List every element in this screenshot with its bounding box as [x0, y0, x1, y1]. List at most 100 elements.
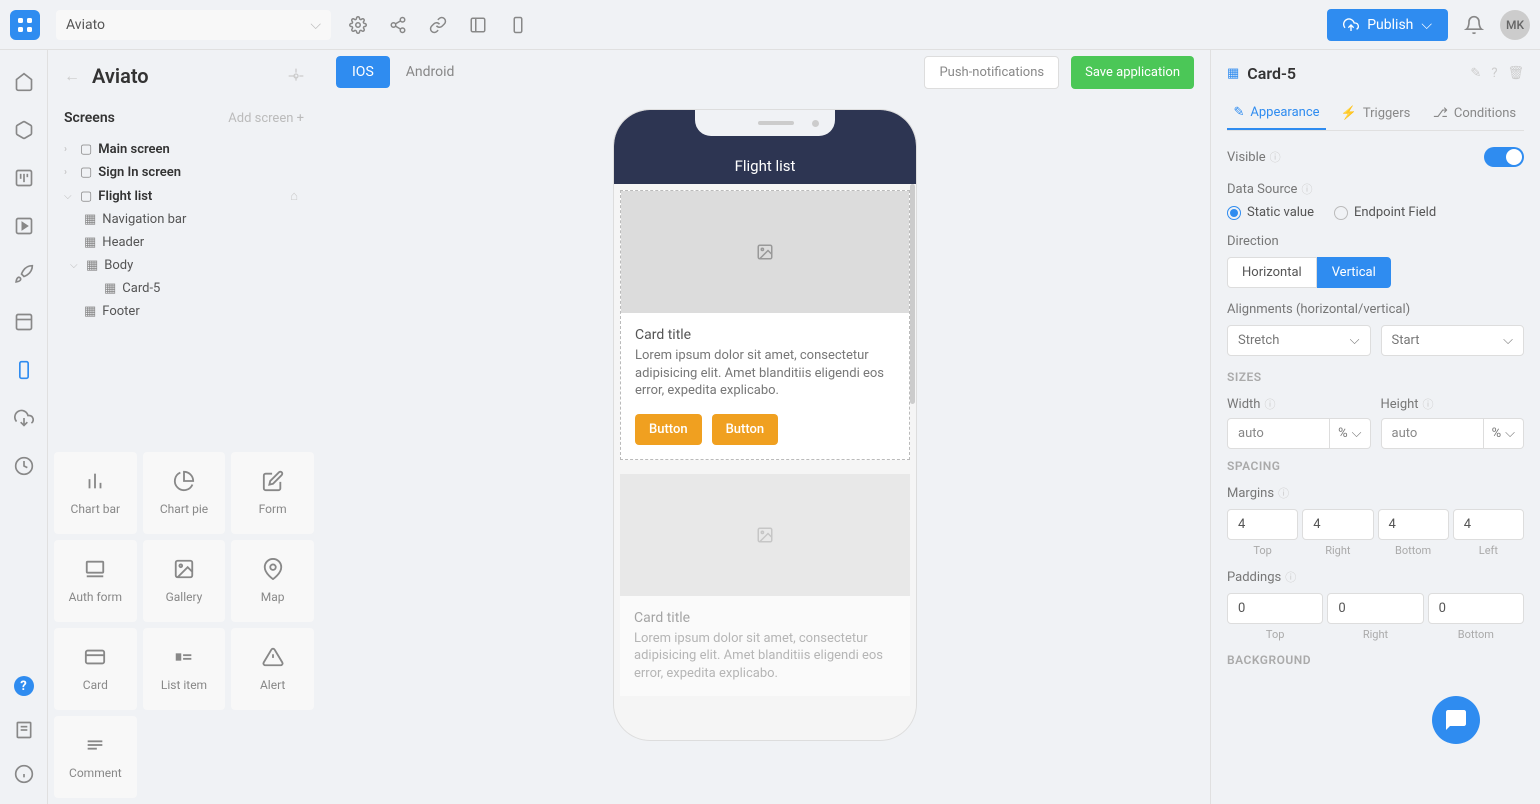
height-unit[interactable]: %⌵	[1484, 418, 1524, 449]
tree-item-header[interactable]: ▦Header	[48, 231, 320, 254]
radio-static[interactable]: Static value	[1227, 205, 1314, 220]
link-icon[interactable]	[429, 16, 447, 34]
padding-bottom-input[interactable]: 0	[1428, 593, 1524, 624]
book-icon[interactable]	[14, 720, 34, 740]
padding-labels: Top Right Bottom	[1227, 628, 1524, 641]
padding-right-input[interactable]: 0	[1327, 593, 1423, 624]
chat-help-button[interactable]	[1432, 696, 1480, 744]
margin-left-input[interactable]: 4	[1453, 509, 1524, 540]
widget-map[interactable]: Map	[231, 540, 314, 622]
canvas-toolbar: IOS Android Push-notifications Save appl…	[320, 50, 1210, 94]
rocket-icon[interactable]	[14, 264, 34, 284]
tab-appearance[interactable]: ✎Appearance	[1227, 97, 1326, 130]
bell-icon[interactable]	[1464, 15, 1484, 35]
board-icon[interactable]	[14, 168, 34, 188]
side-title: Aviato	[92, 64, 276, 88]
tab-triggers[interactable]: ⚡Triggers	[1326, 97, 1425, 130]
tree-item-footer[interactable]: ▦Footer	[48, 300, 320, 323]
panel-icon[interactable]	[14, 312, 34, 332]
info-icon[interactable]: ⓘ	[1285, 571, 1296, 584]
component-icon: ▦	[84, 235, 96, 250]
widget-alert[interactable]: Alert	[231, 628, 314, 710]
widget-gallery[interactable]: Gallery	[143, 540, 226, 622]
card-faded[interactable]: Card title Lorem ipsum dolor sit amet, c…	[620, 474, 910, 697]
seg-vertical[interactable]: Vertical	[1317, 257, 1391, 288]
card-component-icon: ▦	[1227, 66, 1239, 81]
tree-item-card5[interactable]: ▦Card-5	[48, 277, 320, 300]
tab-android[interactable]: Android	[390, 56, 471, 88]
mobile-icon[interactable]	[509, 16, 527, 34]
tab-ios[interactable]: IOS	[336, 56, 390, 88]
widget-authform[interactable]: Auth form	[54, 540, 137, 622]
visible-toggle[interactable]	[1484, 147, 1524, 167]
info-icon[interactable]: ⓘ	[1301, 183, 1312, 196]
properties-header: ▦ Card-5 ✎ ? 🗑	[1227, 64, 1524, 83]
align-v-select[interactable]: Start⌵	[1381, 325, 1525, 356]
top-bar: Aviato ⌵ Publish ⌵ MK	[0, 0, 1540, 50]
margin-bottom-input[interactable]: 4	[1378, 509, 1449, 540]
card-selected[interactable]: Card title Lorem ipsum dolor sit amet, c…	[620, 190, 910, 460]
home-icon[interactable]	[14, 72, 34, 92]
gear-icon[interactable]	[349, 16, 367, 34]
margin-right-input[interactable]: 4	[1302, 509, 1373, 540]
publish-button[interactable]: Publish ⌵	[1327, 9, 1448, 41]
widget-listitem[interactable]: List item	[143, 628, 226, 710]
widget-comment[interactable]: Comment	[54, 716, 137, 798]
tree-item-flight[interactable]: ⌵▢Flight list⌂	[48, 184, 320, 208]
margin-top-input[interactable]: 4	[1227, 509, 1298, 540]
avatar[interactable]: MK	[1500, 10, 1530, 40]
edit-icon[interactable]: ✎	[1470, 66, 1481, 81]
width-input[interactable]: auto	[1227, 418, 1330, 449]
push-notifications-button[interactable]: Push-notifications	[924, 56, 1059, 89]
widget-card[interactable]: Card	[54, 628, 137, 710]
tab-conditions[interactable]: ⎇Conditions	[1425, 97, 1524, 130]
radio-endpoint[interactable]: Endpoint Field	[1334, 205, 1436, 220]
side-header: ← Aviato	[48, 50, 320, 102]
delete-icon[interactable]: 🗑	[1507, 66, 1524, 81]
card-button-2[interactable]: Button	[712, 414, 779, 445]
chevron-down-icon: ⌵	[1505, 426, 1515, 441]
direction-label: Direction	[1227, 234, 1524, 249]
project-select[interactable]: Aviato ⌵	[56, 10, 331, 40]
align-h-select[interactable]: Stretch⌵	[1227, 325, 1371, 356]
share-icon[interactable]	[389, 16, 407, 34]
help-icon[interactable]: ?	[14, 676, 34, 696]
info-icon[interactable]: ⓘ	[1278, 487, 1289, 500]
save-application-button[interactable]: Save application	[1071, 56, 1194, 89]
mobile-nav-icon[interactable]	[14, 360, 34, 380]
box-icon[interactable]	[14, 120, 34, 140]
component-icon: ▦	[84, 212, 96, 227]
seg-horizontal[interactable]: Horizontal	[1227, 257, 1317, 288]
back-icon[interactable]: ←	[64, 66, 80, 86]
app-logo[interactable]	[10, 10, 40, 40]
help-tip-icon[interactable]: ?	[1491, 66, 1497, 81]
cloud-icon[interactable]	[14, 408, 34, 428]
tree-item-nav[interactable]: ▦Navigation bar	[48, 208, 320, 231]
info-icon[interactable]: ⓘ	[1270, 151, 1281, 164]
info-icon[interactable]	[14, 764, 34, 784]
info-icon[interactable]: ⓘ	[1423, 398, 1434, 411]
tree-item-body[interactable]: ⌵▦Body	[48, 254, 320, 277]
gear-icon[interactable]	[288, 68, 304, 84]
card-button-1[interactable]: Button	[635, 414, 702, 445]
info-icon[interactable]: ⓘ	[1264, 398, 1275, 411]
screen-icon: ▢	[80, 142, 92, 157]
width-unit[interactable]: %⌵	[1330, 418, 1370, 449]
padding-top-input[interactable]: 0	[1227, 593, 1323, 624]
widget-chartbar[interactable]: Chart bar	[54, 452, 137, 534]
widget-chartpie[interactable]: Chart pie	[143, 452, 226, 534]
alignment-selects: Stretch⌵ Start⌵	[1227, 325, 1524, 356]
height-input[interactable]: auto	[1381, 418, 1484, 449]
add-screen-button[interactable]: Add screen +	[228, 111, 304, 126]
phone-body[interactable]: Card title Lorem ipsum dolor sit amet, c…	[614, 184, 916, 740]
layout-icon[interactable]	[469, 16, 487, 34]
scrollbar-thumb[interactable]	[910, 184, 915, 404]
component-icon: ▦	[104, 281, 116, 296]
play-icon[interactable]	[14, 216, 34, 236]
properties-panel: ▦ Card-5 ✎ ? 🗑 ✎Appearance ⚡Triggers ⎇Co…	[1210, 50, 1540, 804]
side-panel: ← Aviato Screens Add screen + ›▢Main scr…	[48, 50, 320, 804]
tree-item-signin[interactable]: ›▢Sign In screen	[48, 161, 320, 184]
gauge-icon[interactable]	[14, 456, 34, 476]
widget-form[interactable]: Form	[231, 452, 314, 534]
tree-item-main[interactable]: ›▢Main screen	[48, 138, 320, 161]
